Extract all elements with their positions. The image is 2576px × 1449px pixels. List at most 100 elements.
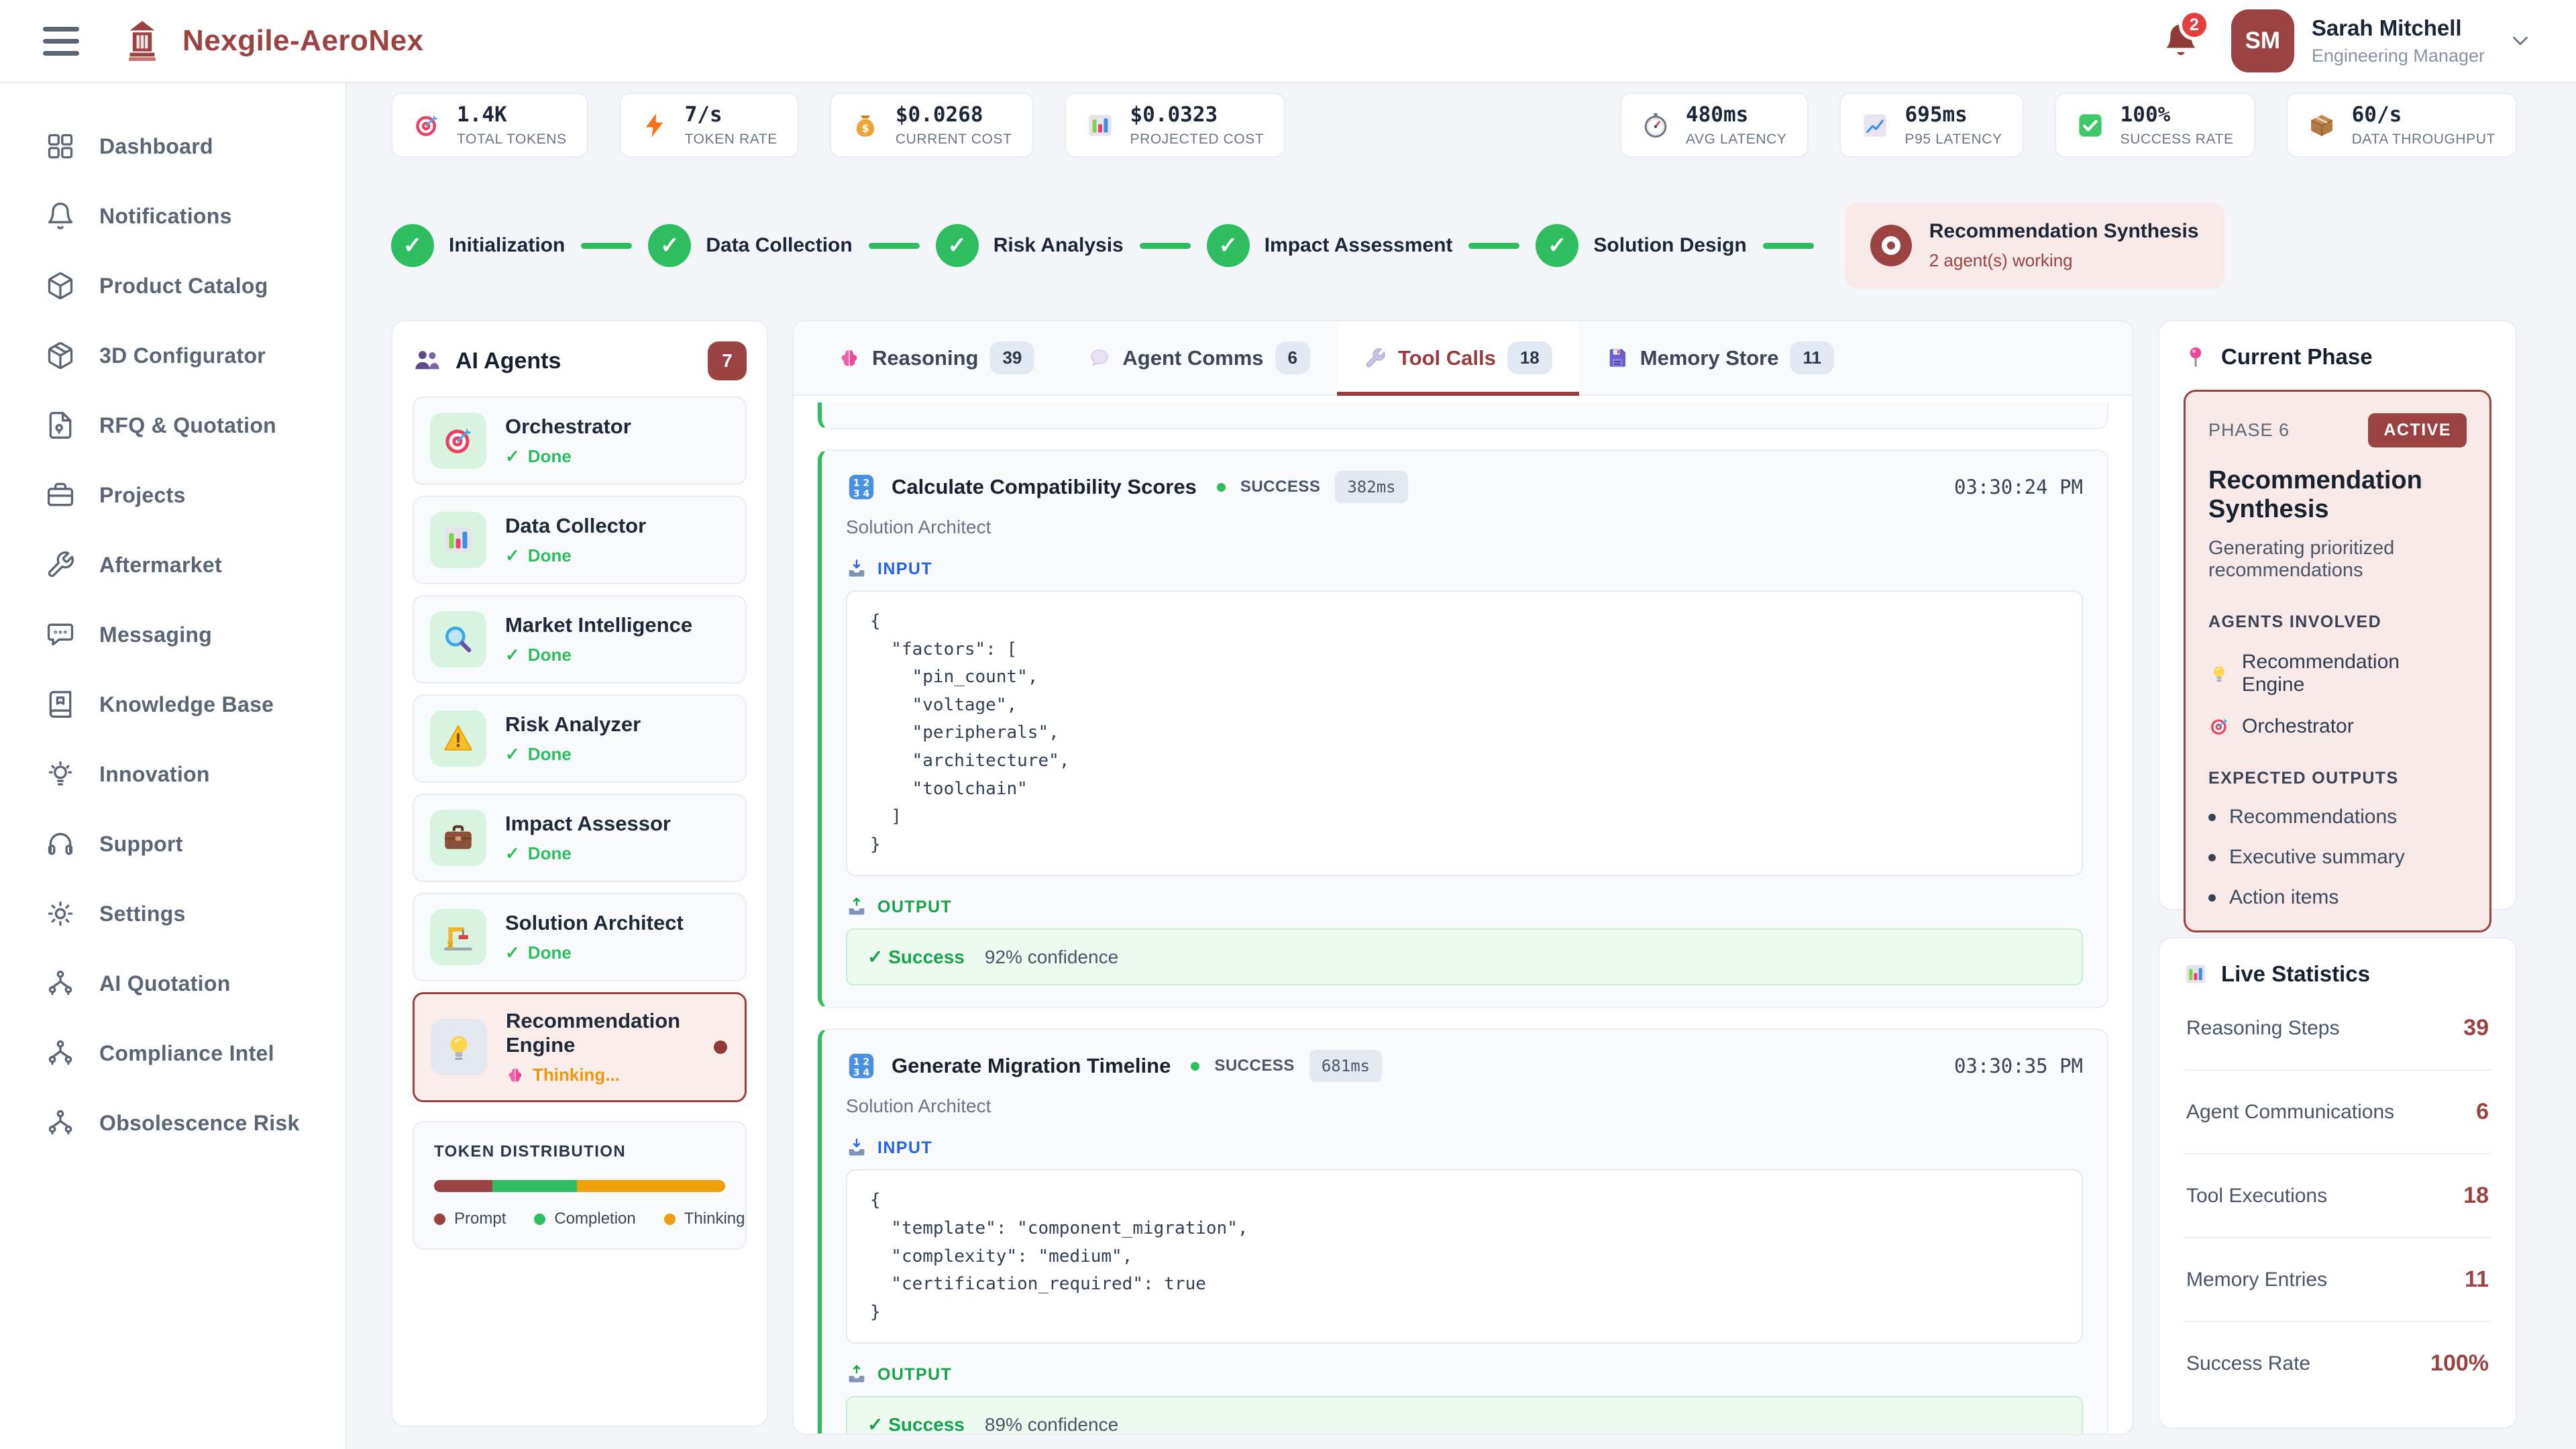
token-distribution-legend: Prompt Completion Thinking [434, 1210, 725, 1228]
pipeline-phase-data-collection: ✓ Data Collection [648, 224, 852, 267]
tool-call-card-calculate-compatibility-scores[interactable]: 1234 Calculate Compatibility Scores SUCC… [818, 449, 2108, 1008]
activity-panel: Reasoning 39 Agent Comms 6 Tool Calls 18… [792, 320, 2134, 1435]
expected-output-label: Executive summary [2229, 846, 2405, 869]
sidebar-item-settings[interactable]: Settings [0, 879, 345, 949]
pin-icon [2184, 345, 2208, 369]
package-icon [2308, 111, 2336, 140]
sidebar-item-product-catalog[interactable]: Product Catalog [0, 251, 345, 321]
live-statistics-header: Live Statistics [2184, 961, 2491, 987]
ai-agents-panel: AI Agents 7 Orchestrator ✓Done Data Coll… [391, 320, 768, 1427]
phase-label: Solution Design [1593, 234, 1746, 257]
svg-text:3: 3 [853, 489, 860, 500]
sidebar-item-label: Product Catalog [99, 274, 268, 299]
user-menu[interactable]: SM Sarah Mitchell Engineering Manager [2231, 9, 2533, 72]
agent-status: ✓Done [505, 545, 646, 566]
token-segment-prompt [434, 1180, 492, 1192]
sidebar-item-projects[interactable]: Projects [0, 460, 345, 530]
metric-value: 480ms [1686, 103, 1787, 127]
sidebar-item-aftermarket[interactable]: Aftermarket [0, 530, 345, 600]
agent-card-market-intelligence[interactable]: Market Intelligence ✓Done [413, 595, 747, 684]
chat-icon [46, 620, 75, 649]
sidebar-item-innovation[interactable]: Innovation [0, 739, 345, 809]
briefcase-icon [46, 480, 75, 510]
notifications-bell-icon[interactable]: 2 [2160, 20, 2202, 62]
wrench-icon [46, 550, 75, 580]
agent-status: ✓Done [505, 446, 631, 467]
hamburger-menu-icon[interactable] [43, 27, 79, 56]
involved-agent-name: Orchestrator [2242, 715, 2354, 738]
input-numbers-icon: 1234 [846, 1051, 877, 1081]
pipeline-phase-active: Recommendation Synthesis 2 agent(s) work… [1845, 203, 2224, 288]
sidebar-item-rfq-quotation[interactable]: RFQ & Quotation [0, 390, 345, 460]
brain-icon [838, 347, 861, 370]
metric-label: SUCCESS RATE [2121, 131, 2234, 148]
tab-memory-store[interactable]: Memory Store 11 [1579, 321, 1861, 394]
barchart-icon [1086, 111, 1114, 140]
sidebar-item-label: Innovation [99, 762, 210, 787]
chartup-icon [1861, 111, 1889, 140]
agent-card-data-collector[interactable]: Data Collector ✓Done [413, 496, 747, 584]
sidebar-item-label: Support [99, 832, 183, 857]
check-circle-icon: ✓ [391, 224, 434, 267]
sidebar-item-knowledge-base[interactable]: Knowledge Base [0, 669, 345, 739]
pipeline-phases: ✓ Initialization ✓ Data Collection ✓ Ris… [391, 195, 2517, 296]
tool-calls-scroll-area[interactable]: 1234 Calculate Compatibility Scores SUCC… [794, 396, 2133, 1434]
sidebar-item-3d-configurator[interactable]: 3D Configurator [0, 321, 345, 390]
stat-value: 18 [2463, 1183, 2489, 1209]
legend-label: Thinking [684, 1210, 745, 1228]
sidebar-item-dashboard[interactable]: Dashboard [0, 111, 345, 181]
output-result-box: ✓ Success 92% confidence [846, 928, 2083, 985]
expected-output-action-items: Action items [2208, 886, 2467, 909]
metric-card-avg-latency: 480ms AVG LATENCY [1620, 93, 1809, 158]
user-name: Sarah Mitchell [2312, 15, 2485, 41]
metrics-right-group: 480ms AVG LATENCY 695ms P95 LATENCY 100%… [1620, 93, 2517, 158]
stat-row-success-rate: Success Rate 100% [2184, 1322, 2491, 1405]
sidebar-item-support[interactable]: Support [0, 809, 345, 879]
tab-label: Reasoning [872, 346, 978, 370]
agent-card-recommendation-engine[interactable]: Recommendation Engine Thinking... [413, 992, 747, 1102]
agent-card-solution-architect[interactable]: Solution Architect ✓Done [413, 893, 747, 981]
sidebar-item-messaging[interactable]: Messaging [0, 600, 345, 669]
app-logo-bank-icon [119, 18, 165, 64]
bulb-icon [2208, 663, 2230, 684]
floppy-icon [1606, 347, 1629, 370]
sidebar-item-label: Compliance Intel [99, 1041, 274, 1066]
agent-card-risk-analyzer[interactable]: Risk Analyzer ✓Done [413, 694, 747, 783]
ai-agents-title: AI Agents [455, 348, 561, 374]
bell-icon [2160, 53, 2202, 64]
tab-reasoning[interactable]: Reasoning 39 [811, 321, 1061, 394]
output-result-box: ✓ Success 89% confidence [846, 1396, 2083, 1434]
tab-agent-comms[interactable]: Agent Comms 6 [1061, 321, 1337, 394]
agent-status: ✓Done [505, 843, 671, 864]
sidebar-item-obsolescence-risk[interactable]: Obsolescence Risk [0, 1088, 345, 1158]
sidebar-item-ai-quotation[interactable]: AI Quotation [0, 949, 345, 1018]
pipeline-connector [581, 243, 632, 249]
tab-tool-calls[interactable]: Tool Calls 18 [1337, 321, 1579, 394]
tool-call-duration-badge: 382ms [1335, 471, 1407, 503]
tool-call-timestamp: 03:30:35 PM [1954, 1055, 2083, 1077]
content-columns: AI Agents 7 Orchestrator ✓Done Data Coll… [391, 320, 2517, 1435]
agent-card-orchestrator[interactable]: Orchestrator ✓Done [413, 396, 747, 485]
phase-name: Recommendation Synthesis [2208, 466, 2467, 524]
input-section-label: INPUT [846, 558, 2083, 580]
check-circle-icon: ✓ [1207, 224, 1250, 267]
bar-chart-icon [2184, 962, 2208, 986]
expected-output-executive-summary: Executive summary [2208, 846, 2467, 869]
output-status: ✓ Success [867, 1413, 965, 1434]
box-icon [46, 271, 75, 301]
pipeline-phase-initialization: ✓ Initialization [391, 224, 565, 267]
metric-card-data-throughput: 60/s DATA THROUGHPUT [2286, 93, 2517, 158]
sidebar-item-notifications[interactable]: Notifications [0, 181, 345, 251]
sidebar-item-compliance-intel[interactable]: Compliance Intel [0, 1018, 345, 1088]
tool-call-card-generate-migration-timeline[interactable]: 1234 Generate Migration Timeline SUCCESS… [818, 1028, 2108, 1434]
crane-icon [430, 909, 486, 965]
metrics-bar: 1.4K TOTAL TOKENS 7/s TOKEN RATE $ $0.02… [391, 93, 2517, 158]
stat-label: Agent Communications [2186, 1101, 2394, 1124]
check-circle-icon: ✓ [936, 224, 979, 267]
output-section-label: OUTPUT [846, 1364, 2083, 1385]
svg-text:$: $ [861, 121, 869, 134]
legend-item-thinking: Thinking [664, 1210, 745, 1228]
agent-name: Orchestrator [505, 415, 631, 439]
metric-value: 1.4K [457, 103, 567, 127]
agent-card-impact-assessor[interactable]: Impact Assessor ✓Done [413, 794, 747, 882]
